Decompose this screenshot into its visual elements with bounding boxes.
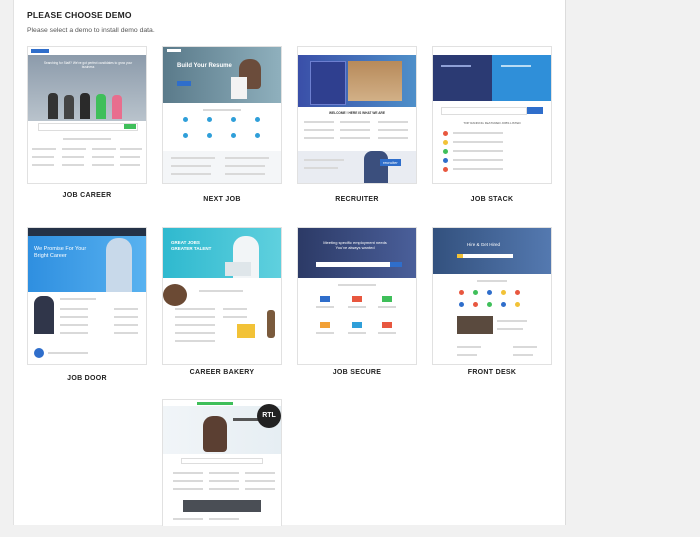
demo-panel: PLEASE CHOOSE DEMO Please select a demo … — [13, 0, 566, 526]
thumb-headline: WELCOME ! HERE IS WHAT WE ARE — [329, 111, 385, 115]
thumb-badge: recruiter — [380, 159, 401, 166]
demo-label-job-career: JOB CAREER — [62, 192, 112, 199]
demo-thumbnail-rtl: RTL — [162, 399, 282, 526]
demo-card-recruiter[interactable]: WELCOME ! HERE IS WHAT WE ARE recruiter … — [297, 46, 417, 203]
demo-thumbnail-job-career: Searching for Staff? We've got perfect c… — [27, 46, 147, 184]
thumb-headline: GREAT JOBS GREATER TALENT — [171, 240, 212, 251]
demo-card-career-bakery[interactable]: GREAT JOBS GREATER TALENT CAREER BAKERY — [162, 227, 282, 376]
demo-thumbnail-job-secure: Meeting specific employment needs You've… — [297, 227, 417, 365]
demo-card-job-stack[interactable]: TOP RANKING FEATURED JOBS LISTED JOB STA… — [432, 46, 552, 203]
page-subtitle: Please select a demo to install demo dat… — [27, 27, 155, 34]
thumb-headline: Hire & Get Hired — [467, 242, 501, 247]
demo-thumbnail-recruiter: WELCOME ! HERE IS WHAT WE ARE recruiter — [297, 46, 417, 184]
demo-card-next-job[interactable]: Build Your Resume NEXT JOB — [162, 46, 282, 203]
demo-thumbnail-next-job: Build Your Resume — [162, 46, 282, 184]
demo-card-job-door[interactable]: We Promise For Your Bright Career JOB DO… — [27, 227, 147, 382]
demo-label-recruiter: RECRUITER — [335, 196, 379, 203]
demo-card-front-desk[interactable]: Hire & Get Hired FRONT DESK — [432, 227, 552, 376]
demo-label-career-bakery: CAREER BAKERY — [189, 369, 255, 376]
demo-label-job-stack: JOB STACK — [470, 196, 514, 203]
thumb-headline: Build Your Resume — [177, 63, 232, 69]
thumb-headline: Meeting specific employment needs You've… — [323, 240, 387, 250]
demo-label-job-secure: JOB SECURE — [332, 369, 382, 376]
rtl-badge: RTL — [257, 404, 281, 428]
page-title: PLEASE CHOOSE DEMO — [27, 10, 132, 20]
demo-card-job-secure[interactable]: Meeting specific employment needs You've… — [297, 227, 417, 376]
demo-thumbnail-career-bakery: GREAT JOBS GREATER TALENT — [162, 227, 282, 365]
demo-label-job-door: JOB DOOR — [67, 375, 107, 382]
demo-label-next-job: NEXT JOB — [203, 196, 241, 203]
demo-thumbnail-job-stack: TOP RANKING FEATURED JOBS LISTED — [432, 46, 552, 184]
thumb-headline: TOP RANKING FEATURED JOBS LISTED — [463, 121, 521, 125]
demo-label-front-desk: FRONT DESK — [467, 369, 517, 376]
thumb-headline: Searching for Staff? We've got perfect c… — [43, 61, 133, 69]
thumb-headline: We Promise For Your Bright Career — [34, 246, 87, 259]
demo-thumbnail-job-door: We Promise For Your Bright Career — [27, 227, 147, 365]
demo-card-job-career[interactable]: Searching for Staff? We've got perfect c… — [27, 46, 147, 199]
demo-card-rtl[interactable]: RTL — [162, 399, 282, 537]
demo-thumbnail-front-desk: Hire & Get Hired — [432, 227, 552, 365]
